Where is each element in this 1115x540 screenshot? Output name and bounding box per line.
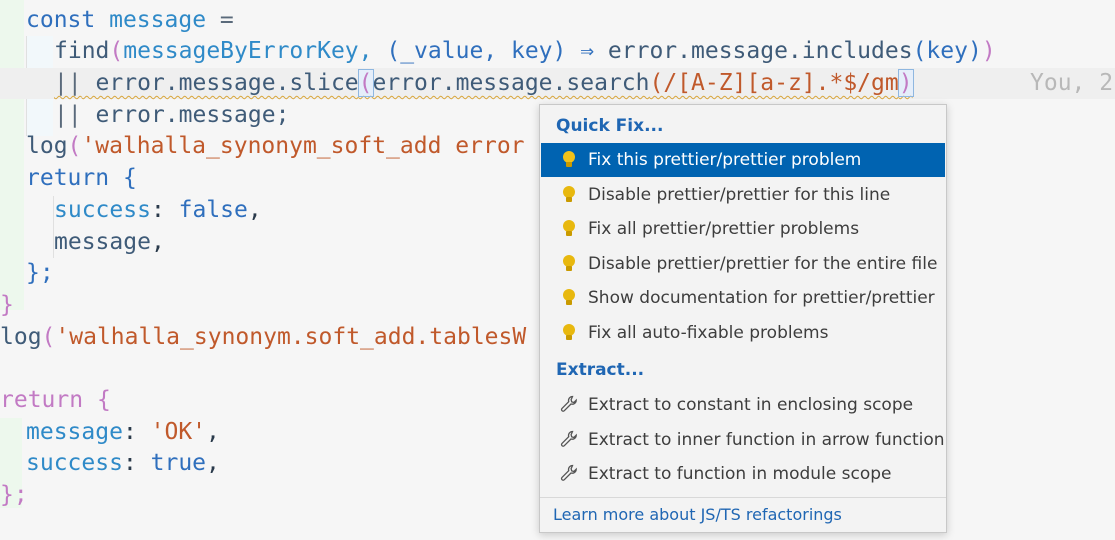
code-line-10: } <box>0 290 14 321</box>
lightbulb-icon <box>561 324 577 344</box>
code-line-1: const message = <box>26 5 234 36</box>
code-line-3: || error.message.slice(error.message.sea… <box>54 69 914 97</box>
keyword: return <box>0 387 84 413</box>
identifier: message <box>109 7 207 33</box>
code-line-9: }; <box>26 258 54 289</box>
lightbulb-icon <box>561 255 577 275</box>
wrench-icon <box>560 464 577 485</box>
property: message <box>26 419 123 445</box>
function-name: log <box>26 133 68 159</box>
wrench-icon <box>560 430 577 451</box>
boolean: true <box>150 450 207 476</box>
git-blame-annotation: You, 2 <box>1030 70 1114 96</box>
bracket: ) <box>897 69 914 97</box>
expression: error.message; <box>81 102 290 128</box>
extract-item[interactable]: Extract to function in module scope <box>541 457 945 491</box>
boolean: false <box>178 197 248 223</box>
string: 'OK' <box>150 419 207 445</box>
brace: { <box>109 165 137 191</box>
operator: = <box>219 7 234 33</box>
extract-item[interactable]: Extract to inner function in arrow funct… <box>541 423 945 457</box>
code-line-7: success: false, <box>54 197 262 223</box>
params: (_value, key) <box>386 38 567 64</box>
arrow: ⇒ <box>566 38 608 64</box>
bracket-guide-band <box>0 0 24 310</box>
property: success <box>54 197 151 223</box>
code-line-2: find(messageByErrorKey, (_value, key) ⇒ … <box>54 38 996 64</box>
quick-fix-item[interactable]: Fix all auto-fixable problems <box>541 316 945 350</box>
keyword: const <box>26 7 96 33</box>
divider <box>540 497 946 498</box>
quick-fix-header: Quick Fix... <box>556 116 664 136</box>
quick-fix-item[interactable]: Disable prettier/prettier for the entire… <box>541 247 945 281</box>
code-line-14: success: true, <box>26 450 220 476</box>
brace: } <box>0 292 14 318</box>
property: success <box>26 450 123 476</box>
extract-header: Extract... <box>556 360 645 380</box>
code-line-6: return { <box>26 163 137 194</box>
code-action-menu[interactable]: Quick Fix... Fix this prettier/prettier … <box>539 104 947 533</box>
lightbulb-icon <box>561 289 577 309</box>
property: message <box>54 229 151 255</box>
regex: (/[A-Z][a-z].*$/gm <box>649 70 899 96</box>
operator: || <box>54 70 82 96</box>
lightbulb-icon <box>561 186 577 206</box>
code-line-5: log('walhalla_synonym_soft_add error <box>26 133 525 159</box>
quick-fix-item[interactable]: Disable prettier/prettier for this line <box>541 178 945 212</box>
expression: error.message.search <box>372 70 650 96</box>
code-line-4: || error.message; <box>54 100 289 131</box>
code-line-13: message: 'OK', <box>26 419 220 445</box>
wrench-icon <box>560 395 577 416</box>
expression: error.message.includes <box>607 38 913 64</box>
code-line-15: }; <box>0 480 28 511</box>
extract-item[interactable]: Extract to constant in enclosing scope <box>541 388 945 422</box>
code-line-11: log('walhalla_synonym.soft_add.tablesW <box>0 324 527 350</box>
keyword: return <box>26 165 110 191</box>
brace: }; <box>26 260 54 286</box>
bracket: ) <box>981 38 996 64</box>
quick-fix-item[interactable]: Fix all prettier/prettier problems <box>541 212 945 246</box>
operator: || <box>54 102 82 128</box>
lightbulb-icon <box>561 151 577 171</box>
quick-fix-item[interactable]: Show documentation for prettier/prettier <box>541 281 945 315</box>
brace: }; <box>0 482 28 508</box>
inner-call: (key) <box>912 38 982 64</box>
code-line-8: message, <box>54 229 165 255</box>
brace: { <box>83 387 111 413</box>
quick-fix-item[interactable]: Fix this prettier/prettier problem <box>541 143 945 177</box>
learn-more-link[interactable]: Learn more about JS/TS refactorings <box>553 505 842 524</box>
string: 'walhalla_synonym.soft_add.tablesW <box>55 324 527 350</box>
identifier: messageByErrorKey, <box>123 38 387 64</box>
function-name: log <box>0 324 42 350</box>
code-line-12: return { <box>0 385 111 416</box>
expression: error.message.slice <box>81 70 359 96</box>
string: 'walhalla_synonym_soft_add error <box>81 133 525 159</box>
function-name: find <box>54 38 110 64</box>
lightbulb-icon <box>561 220 577 240</box>
